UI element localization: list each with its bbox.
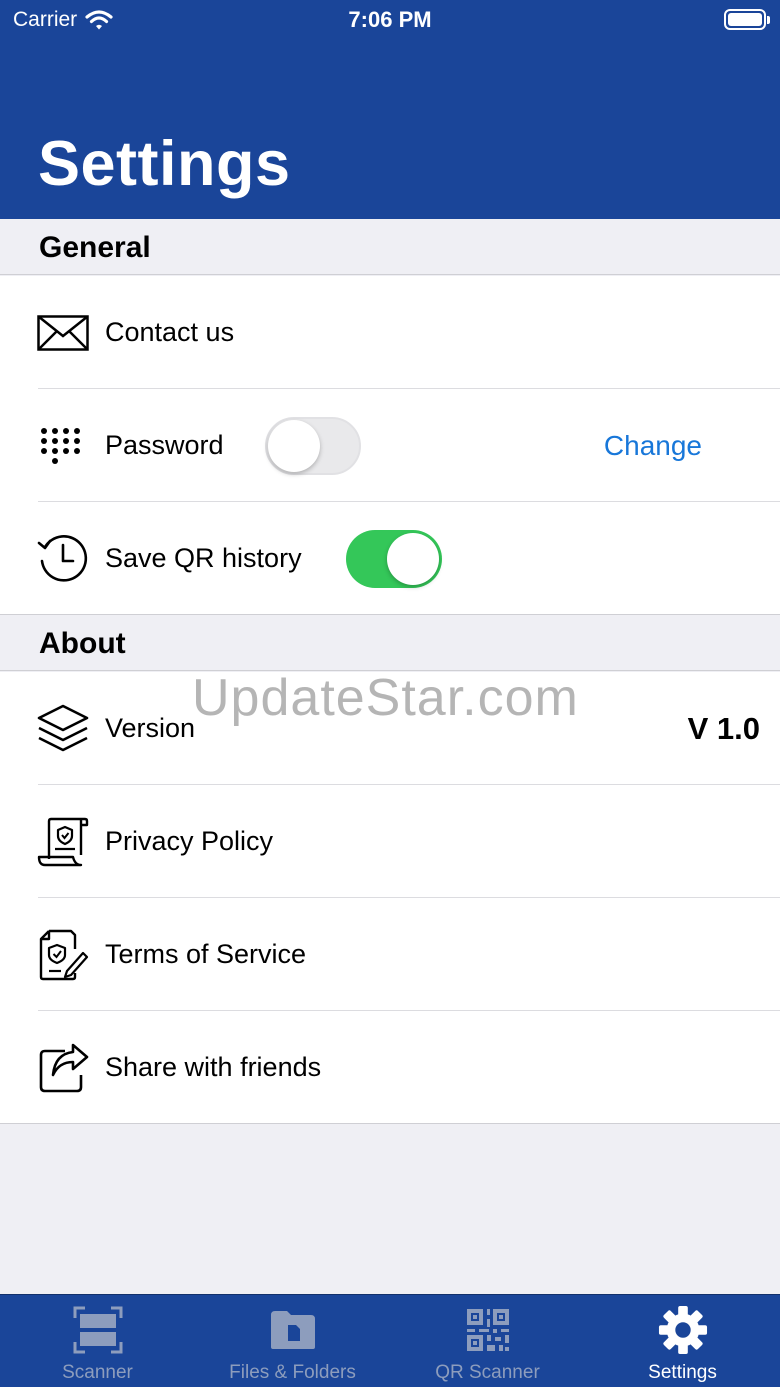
privacy-policy-row[interactable]: Privacy Policy xyxy=(0,785,780,898)
about-group: Version V 1.0 Privacy Policy Terms of Se… xyxy=(0,672,780,1124)
general-group: Contact us Password Change Save QR histo… xyxy=(0,276,780,615)
keypad-icon xyxy=(36,419,90,473)
change-password-link[interactable]: Change xyxy=(604,430,702,462)
tab-label: Files & Folders xyxy=(229,1362,356,1383)
history-clock-icon xyxy=(36,532,90,586)
section-title: About xyxy=(39,627,126,660)
share-with-friends-row[interactable]: Share with friends xyxy=(0,1011,780,1124)
tab-settings[interactable]: Settings xyxy=(585,1295,780,1387)
share-icon xyxy=(36,1041,90,1095)
section-title: General xyxy=(39,231,151,264)
policy-scroll-icon xyxy=(36,815,90,869)
terms-of-service-row[interactable]: Terms of Service xyxy=(0,898,780,1011)
status-bar: Carrier 7:06 PM xyxy=(0,0,780,40)
version-value: V 1.0 xyxy=(687,710,760,746)
page-title: Settings xyxy=(38,129,291,199)
toggle-knob xyxy=(387,532,439,585)
password-row: Password Change xyxy=(0,389,780,502)
terms-document-icon xyxy=(36,928,90,982)
terms-of-service-label: Terms of Service xyxy=(105,939,307,969)
folder-icon xyxy=(268,1305,318,1355)
tab-files-folders[interactable]: Files & Folders xyxy=(195,1295,390,1387)
save-qr-history-label: Save QR history xyxy=(105,543,302,573)
version-label: Version xyxy=(105,713,196,743)
password-toggle[interactable] xyxy=(265,416,361,475)
tab-label: QR Scanner xyxy=(435,1362,540,1383)
save-qr-history-row: Save QR history xyxy=(0,502,780,615)
share-with-friends-label: Share with friends xyxy=(105,1052,322,1082)
scanner-icon xyxy=(73,1305,123,1355)
tab-qr-scanner[interactable]: QR Scanner xyxy=(390,1295,585,1387)
watermark: UpdateStar.com xyxy=(192,669,579,727)
envelope-icon xyxy=(36,306,90,360)
tab-label: Settings xyxy=(648,1362,717,1383)
contact-us-label: Contact us xyxy=(105,317,235,347)
section-header-about: About xyxy=(0,615,780,671)
layers-icon xyxy=(36,702,90,756)
qr-code-icon xyxy=(463,1305,513,1355)
battery-icon xyxy=(724,9,770,30)
gear-icon xyxy=(658,1305,708,1355)
clock: 7:06 PM xyxy=(348,7,432,32)
tab-bar: Scanner Files & Folders QR Scanner Setti… xyxy=(0,1294,780,1387)
toggle-knob xyxy=(268,419,320,472)
section-header-general: General xyxy=(0,219,780,275)
contact-us-row[interactable]: Contact us xyxy=(0,276,780,389)
save-qr-history-toggle[interactable] xyxy=(346,529,442,588)
navigation-header: Carrier 7:06 PM Settings xyxy=(0,0,780,219)
privacy-policy-label: Privacy Policy xyxy=(105,826,274,856)
tab-label: Scanner xyxy=(62,1362,133,1383)
password-label: Password xyxy=(105,430,224,460)
tab-scanner[interactable]: Scanner xyxy=(0,1295,195,1387)
